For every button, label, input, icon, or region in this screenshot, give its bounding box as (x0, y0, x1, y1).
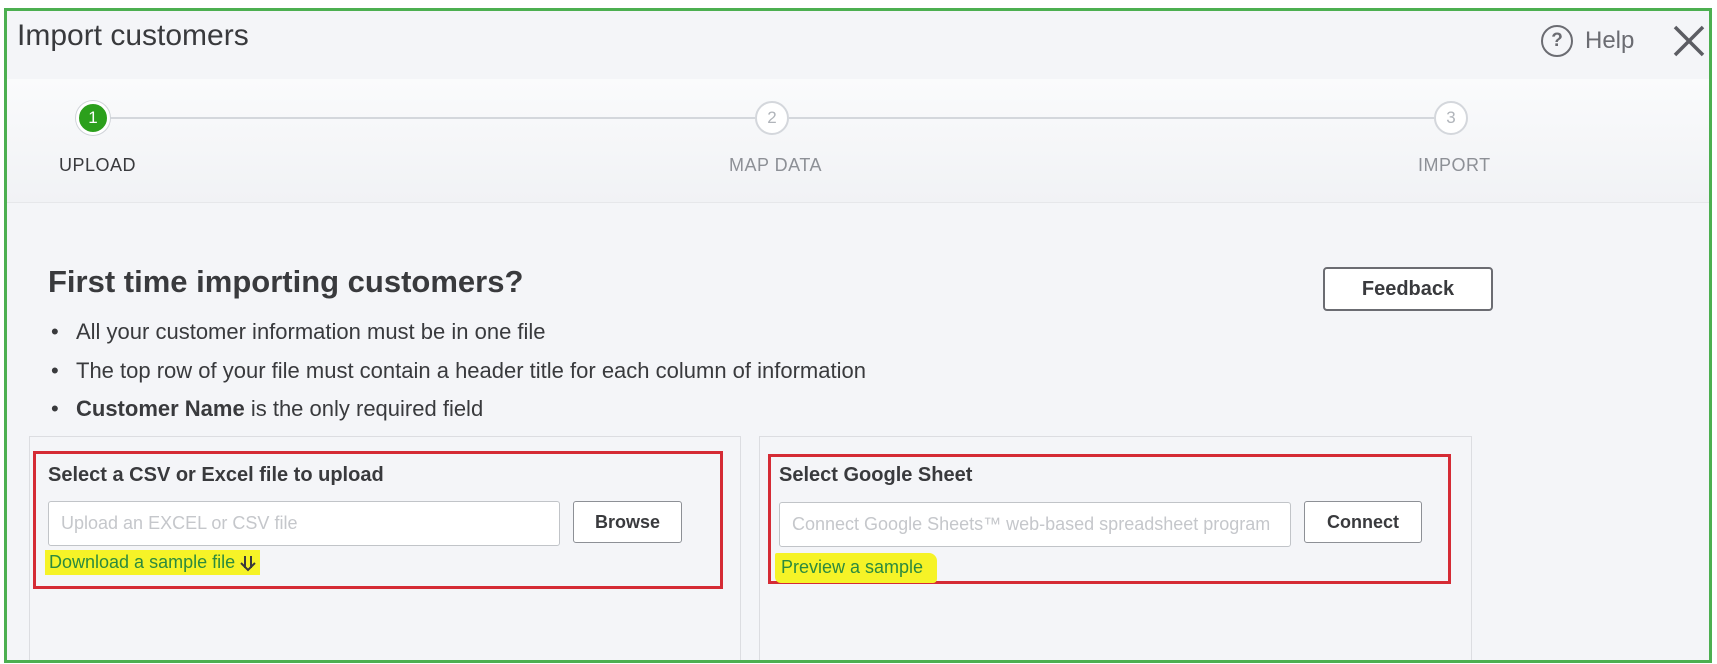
close-icon (1673, 25, 1705, 57)
help-button[interactable]: ? Help (1541, 25, 1634, 57)
required-field-name: Customer Name (76, 396, 245, 421)
step-2-indicator: 2 (755, 101, 789, 135)
list-item: • All your customer information must be i… (51, 319, 546, 344)
step-connector (110, 117, 755, 119)
google-section-title: Select Google Sheet (779, 464, 973, 486)
download-arrow-icon (240, 555, 256, 571)
download-sample-label: Download a sample file (49, 552, 236, 572)
step-3-label: IMPORT (1418, 155, 1491, 175)
step-3-indicator: 3 (1434, 101, 1468, 135)
step-connector (789, 117, 1434, 119)
close-button[interactable] (1671, 23, 1707, 59)
preview-sample-link[interactable]: Preview a sample (775, 553, 938, 583)
file-upload-input[interactable] (48, 501, 560, 546)
step-2-label: MAP DATA (729, 155, 823, 175)
list-item: • The top row of your file must contain a… (51, 357, 866, 383)
upload-section-title: Select a CSV or Excel file to upload (48, 464, 384, 486)
help-circle-icon: ? (1541, 25, 1573, 57)
dialog-header: Import customers ? Help (7, 11, 1709, 79)
step-1-label: UPLOAD (59, 155, 137, 175)
feedback-button[interactable]: Feedback (1323, 267, 1493, 311)
list-item: • Customer Name is the only required fiel… (51, 396, 484, 421)
requirements-list: • All your customer information must be i… (51, 317, 866, 433)
download-sample-link[interactable]: Download a sample file (45, 550, 261, 575)
browse-button[interactable]: Browse (573, 501, 682, 543)
google-sheet-input[interactable] (779, 502, 1291, 547)
import-stepper: 1 UPLOAD 2 MAP DATA 3 IMPORT (7, 79, 1709, 203)
help-label: Help (1585, 27, 1635, 54)
step-1-indicator: 1 (76, 101, 110, 135)
dialog-title: Import customers (17, 19, 249, 52)
connect-button[interactable]: Connect (1304, 501, 1422, 543)
page-heading: First time importing customers? (48, 264, 524, 299)
import-customers-dialog: Import customers ? Help 1 UPLOAD 2 MAP D… (4, 8, 1712, 663)
